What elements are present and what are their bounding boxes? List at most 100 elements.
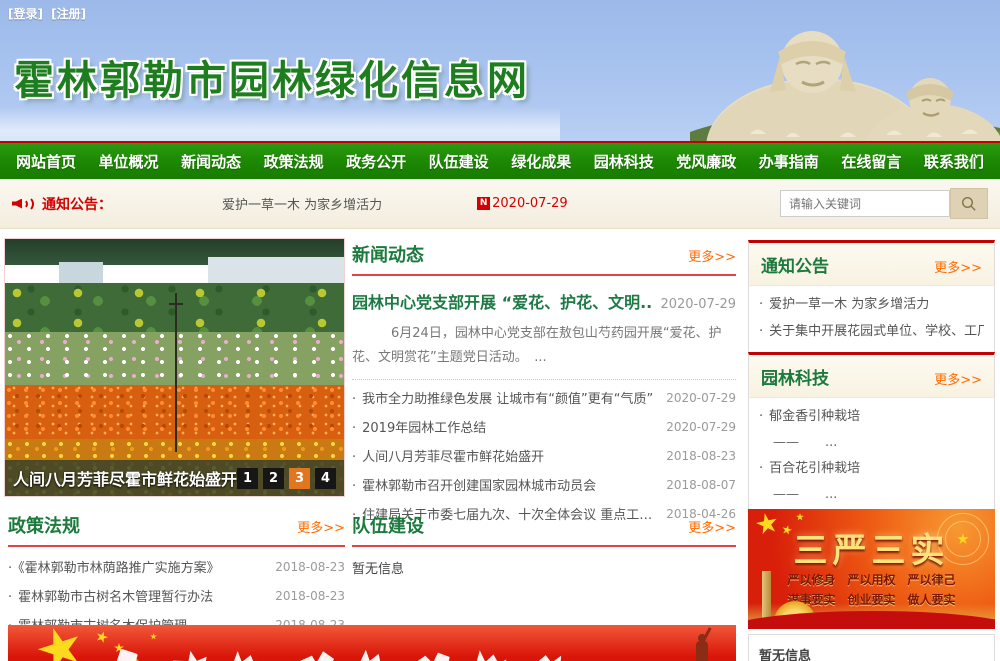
carousel-photo-pole	[175, 293, 177, 452]
section-underline	[352, 274, 736, 276]
nav-item-guide[interactable]: 办事指南	[759, 151, 819, 172]
search-icon	[961, 196, 977, 212]
policy-row-title[interactable]: 《霍林郭勒市林荫路推广实施方案》	[8, 557, 265, 576]
notice-bar: 通知公告： 爱护一草一木 为家乡增活力 N 2020-07-29	[0, 179, 1000, 229]
notices-box: 通知公告 更多>> 爱护一草一木 为家乡增活力 关于集中开展花园式单位、学校、工…	[748, 240, 995, 354]
statue-graphic	[690, 0, 1000, 141]
statue-silhouette	[688, 629, 714, 661]
nav-item-home[interactable]: 网站首页	[16, 151, 76, 172]
calligraphy-decoration	[415, 649, 451, 661]
news-section-title: 新闻动态	[352, 241, 424, 267]
calligraphy-decoration	[232, 651, 264, 661]
nav-item-message[interactable]: 在线留言	[841, 151, 901, 172]
nav-item-about[interactable]: 单位概况	[99, 151, 159, 172]
tech-box: 园林科技 更多>> 郁金香引种栽培 —— ... 百合花引种栽培 —— ...	[748, 352, 995, 516]
star-icon	[94, 629, 109, 644]
calligraphy-decoration	[297, 650, 334, 661]
news-row: 我市全力助推绿色发展 让城市有“颜值”更有“气质” 2020-07-29	[352, 383, 736, 412]
carousel-page[interactable]: 1	[237, 468, 258, 489]
notice-label: 通知公告：	[42, 194, 112, 214]
site-header: [登录] [注册] 霍林郭勒市园林绿化信息网	[0, 0, 1000, 141]
team-empty-text: 暂无信息	[352, 558, 736, 577]
promo-banner-line1: 严以修身 严以用权 严以律己	[748, 571, 995, 588]
notices-more-link[interactable]: 更多>>	[934, 257, 982, 276]
carousel-page[interactable]: 4	[315, 468, 336, 489]
notice-item[interactable]: 爱护一草一木 为家乡增活力	[759, 291, 984, 318]
carousel-caption-bar: 人间八月芳菲尽霍市鲜花始盛开 1 2 3 4	[5, 460, 344, 496]
news-section: 新闻动态 更多>> 园林中心党支部开展 “爱花、护花、文明... 2020-07…	[352, 241, 736, 528]
notice-item[interactable]: 关于集中开展花园式单位、学校、工厂...	[759, 318, 984, 345]
tech-item-sub: —— ...	[759, 482, 984, 507]
bottom-info-box: 暂无信息	[748, 634, 995, 661]
nav-item-team[interactable]: 队伍建设	[429, 151, 489, 172]
page: [登录] [注册] 霍林郭勒市园林绿化信息网	[0, 0, 1000, 661]
policy-section-title: 政策法规	[8, 512, 80, 538]
bottom-red-banner[interactable]	[8, 625, 736, 661]
policy-more-link[interactable]: 更多>>	[297, 517, 345, 536]
site-title: 霍林郭勒市园林绿化信息网	[14, 48, 530, 106]
nav-item-greening[interactable]: 绿化成果	[511, 151, 571, 172]
carousel-caption[interactable]: 人间八月芳菲尽霍市鲜花始盛开	[13, 466, 237, 490]
nav-item-news[interactable]: 新闻动态	[181, 151, 241, 172]
calligraphy-decoration	[172, 649, 208, 661]
tech-more-link[interactable]: 更多>>	[934, 369, 982, 388]
news-row-title[interactable]: 人间八月芳菲尽霍市鲜花始盛开	[352, 446, 656, 465]
calligraphy-decoration	[358, 649, 390, 661]
news-row-date: 2020-07-29	[666, 391, 736, 405]
featured-news-summary: 6月24日，园林中心党支部在敖包山芍药园开展“爱花、护花、文明赏花”主题党日活动…	[352, 322, 736, 370]
tech-item[interactable]: 郁金香引种栽培	[759, 403, 984, 430]
star-icon	[150, 633, 157, 640]
news-row-title[interactable]: 霍林郭勒市召开创建国家园林城市动员会	[352, 475, 656, 494]
carousel-page[interactable]: 3	[289, 468, 310, 489]
news-row: 2019年园林工作总结 2020-07-29	[352, 412, 736, 441]
carousel-pager: 1 2 3 4	[237, 468, 336, 489]
search-area	[780, 188, 988, 219]
policy-row: 《霍林郭勒市林荫路推广实施方案》 2018-08-23	[8, 552, 345, 581]
notice-bar-date: 2020-07-29	[492, 196, 568, 211]
promo-banner[interactable]: 三严三实 严以修身 严以用权 严以律己 谋事要实 创业要实 做人要实	[748, 509, 995, 629]
tech-item[interactable]: 百合花引种栽培	[759, 455, 984, 482]
tech-item-sub: —— ...	[759, 430, 984, 455]
calligraphy-decoration	[535, 650, 564, 661]
news-row-date: 2018-08-23	[666, 449, 736, 463]
policy-section: 政策法规 更多>> 《霍林郭勒市林荫路推广实施方案》 2018-08-23 霍林…	[8, 512, 345, 639]
photo-carousel[interactable]: 人间八月芳菲尽霍市鲜花始盛开 1 2 3 4	[4, 238, 345, 497]
search-input[interactable]	[780, 190, 950, 217]
team-section: 队伍建设 更多>> 暂无信息	[352, 512, 736, 577]
notices-box-title: 通知公告	[761, 252, 829, 277]
header-cloud-decoration	[0, 107, 560, 141]
section-underline	[352, 545, 736, 547]
news-row: 霍林郭勒市召开创建国家园林城市动员会 2018-08-07	[352, 470, 736, 499]
policy-row-title[interactable]: 霍林郭勒市古树名木管理暂行办法	[8, 586, 265, 605]
promo-banner-title: 三严三实	[748, 523, 995, 572]
tech-box-title: 园林科技	[761, 364, 829, 389]
notice-bar-item[interactable]: 爱护一草一木 为家乡增活力	[222, 194, 382, 213]
news-row: 人间八月芳菲尽霍市鲜花始盛开 2018-08-23	[352, 441, 736, 470]
nav-item-tech[interactable]: 园林科技	[594, 151, 654, 172]
policy-row: 霍林郭勒市古树名木管理暂行办法 2018-08-23	[8, 581, 345, 610]
login-link[interactable]: [登录]	[8, 7, 43, 21]
news-row-date: 2020-07-29	[666, 420, 736, 434]
search-button[interactable]	[950, 188, 988, 219]
news-row-title[interactable]: 2019年园林工作总结	[352, 417, 656, 436]
divider	[352, 379, 736, 380]
new-badge: N	[477, 197, 490, 210]
bottom-box-empty-text: 暂无信息	[759, 645, 984, 661]
star-icon	[32, 625, 87, 661]
news-row-title[interactable]: 我市全力助推绿色发展 让城市有“颜值”更有“气质”	[352, 388, 656, 407]
featured-news-title[interactable]: 园林中心党支部开展 “爱花、护花、文明...	[352, 289, 652, 313]
carousel-page[interactable]: 2	[263, 468, 284, 489]
policy-row-date: 2018-08-23	[275, 560, 345, 574]
register-link[interactable]: [注册]	[51, 7, 86, 21]
team-more-link[interactable]: 更多>>	[688, 517, 736, 536]
speaker-icon	[12, 195, 34, 213]
nav-item-party[interactable]: 党风廉政	[676, 151, 736, 172]
nav-item-gov-affairs[interactable]: 政务公开	[346, 151, 406, 172]
news-more-link[interactable]: 更多>>	[688, 246, 736, 265]
calligraphy-decoration	[475, 650, 507, 661]
nav-item-policy[interactable]: 政策法规	[264, 151, 324, 172]
team-section-title: 队伍建设	[352, 512, 424, 538]
nav-item-contact[interactable]: 联系我们	[924, 151, 984, 172]
news-list: 我市全力助推绿色发展 让城市有“颜值”更有“气质” 2020-07-29 201…	[352, 383, 736, 528]
main-nav: 网站首页 单位概况 新闻动态 政策法规 政务公开 队伍建设 绿化成果 园林科技 …	[0, 141, 1000, 179]
